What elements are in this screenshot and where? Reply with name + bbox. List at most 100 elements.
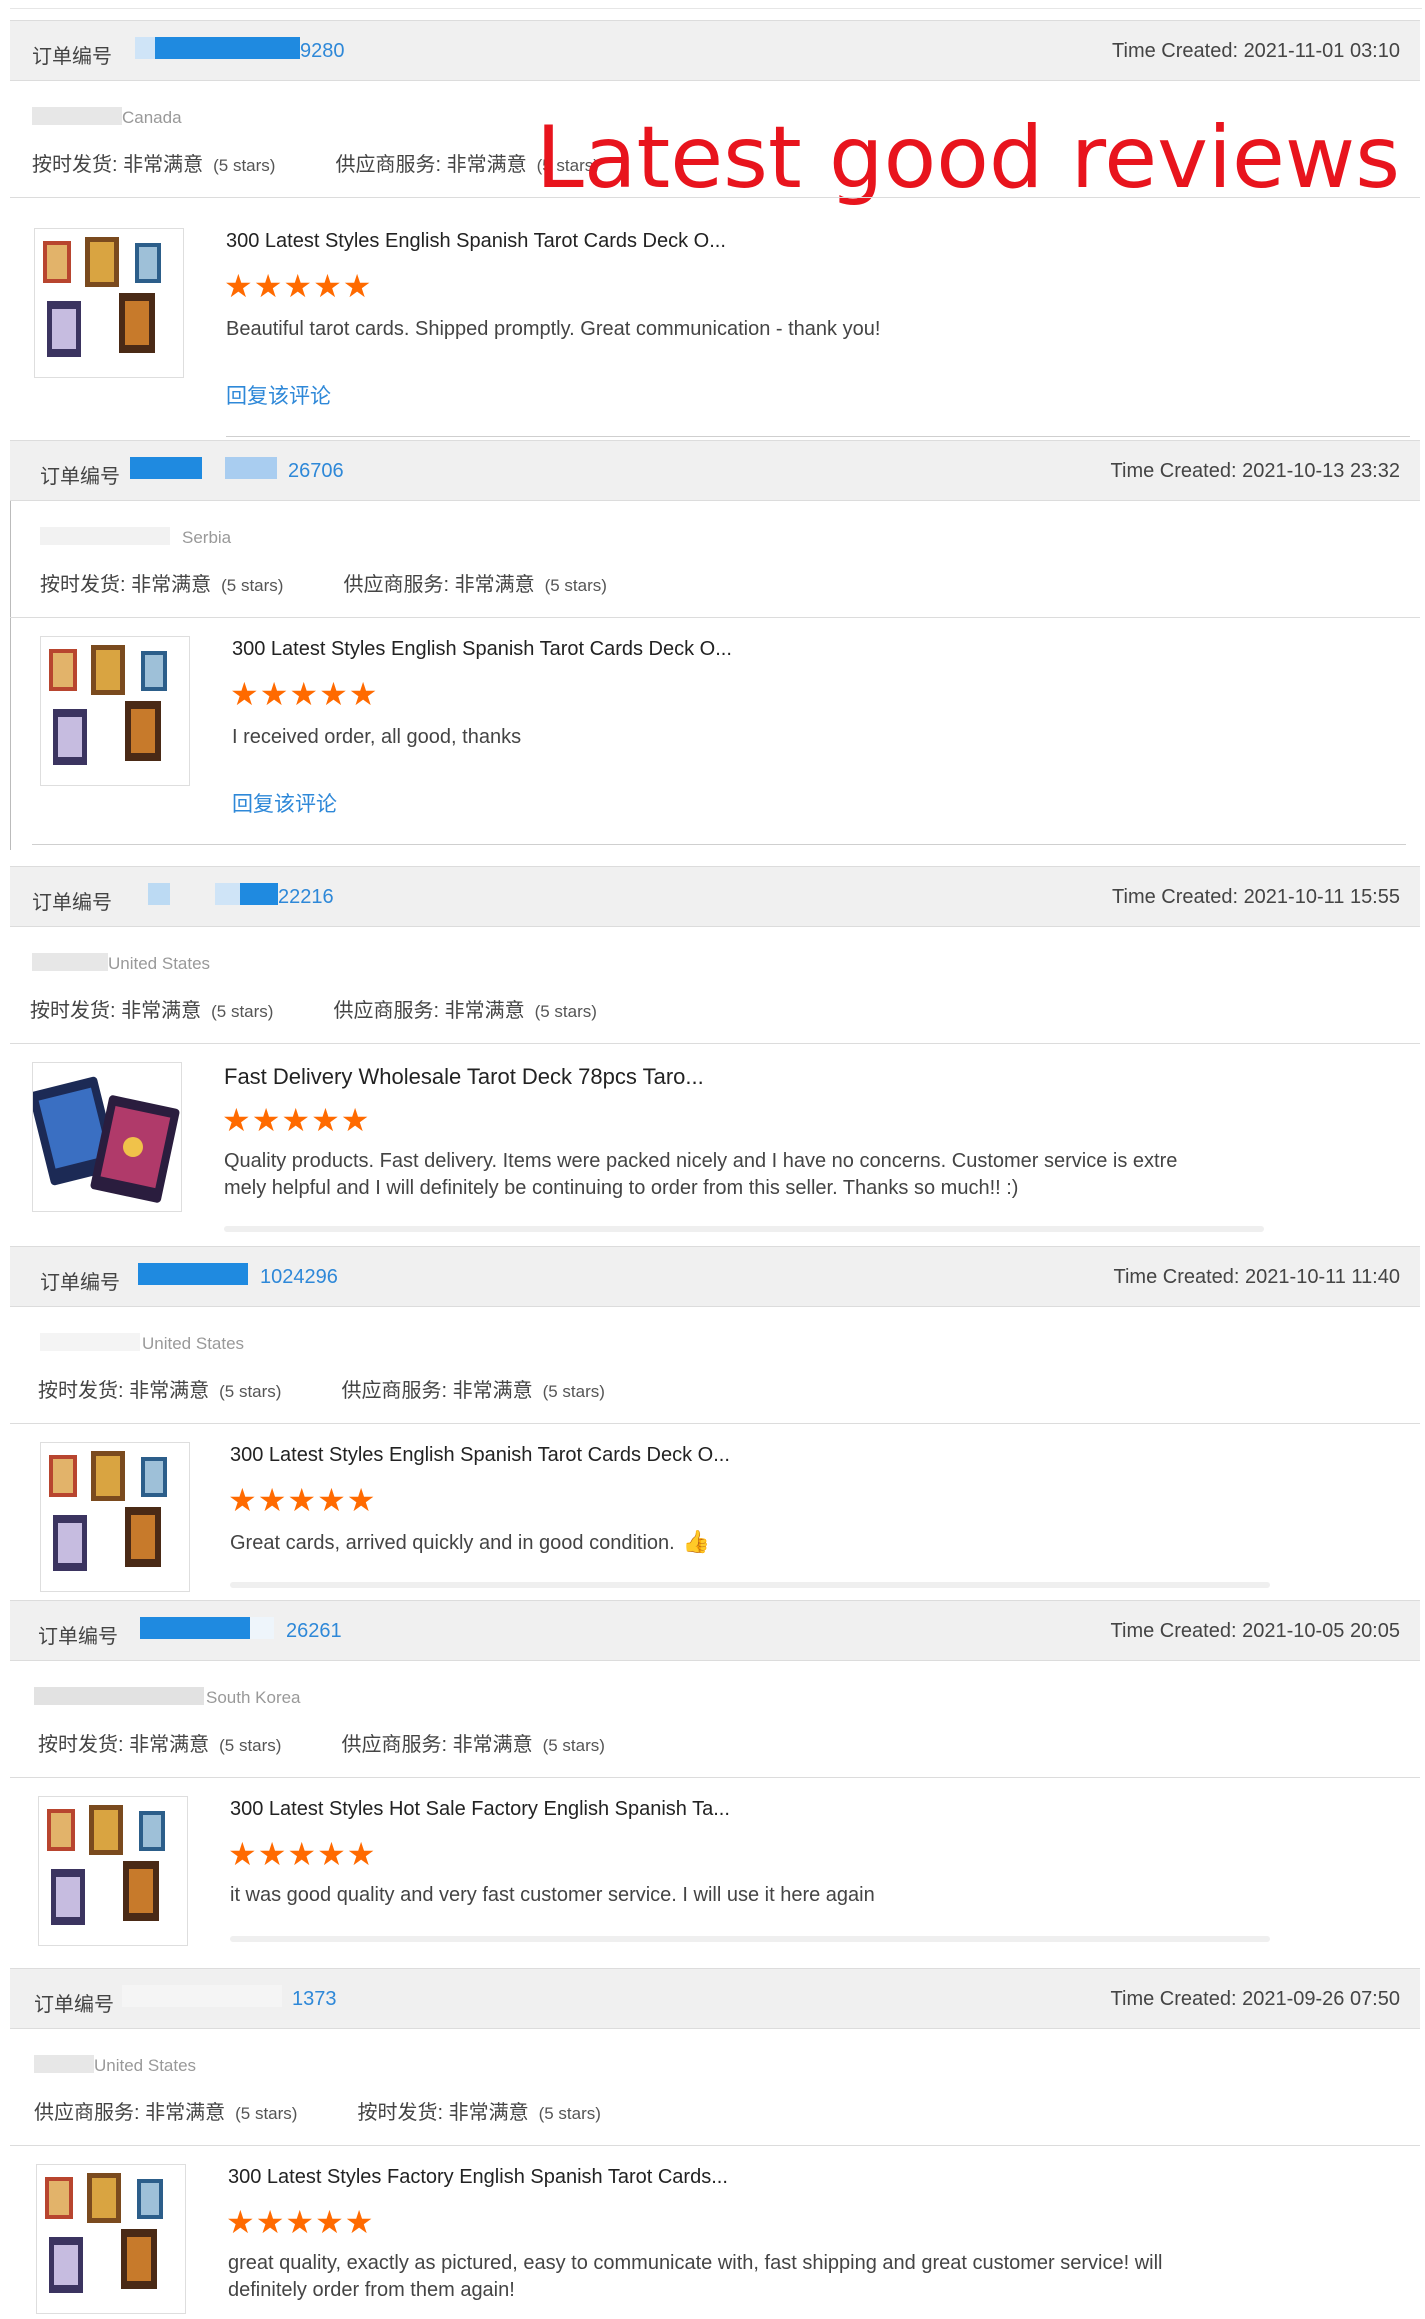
order-header: 订单编号 26261 Time Created: 2021-10-05 20:0… [10, 1600, 1420, 1661]
time-created: Time Created: 2021-11-01 03:10 [1112, 40, 1400, 63]
header-separator [10, 1043, 1420, 1044]
header-separator [10, 197, 1420, 198]
product-thumbnail[interactable] [34, 228, 184, 378]
review-text: Great cards, arrived quickly and in good… [230, 1528, 1230, 1557]
product-thumbnail[interactable] [36, 2164, 186, 2314]
product-title[interactable]: Fast Delivery Wholesale Tarot Deck 78pcs… [224, 1064, 704, 1090]
redacted-order-prefix [138, 1263, 248, 1285]
header-separator [10, 617, 1420, 618]
review-text: it was good quality and very fast custom… [230, 1884, 875, 1906]
time-created-label: Time Created: [1110, 1988, 1237, 2010]
shipping-rating: 按时发货: 非常满意 [40, 574, 212, 596]
buyer-country: United States [142, 1334, 245, 1353]
star-rating: ★★★★★ [230, 676, 379, 712]
time-created: Time Created: 2021-10-13 23:32 [1111, 460, 1400, 483]
review-block: 订单编号 9280 Time Created: 2021-11-01 03:10… [10, 20, 1420, 440]
shipping-stars-note: (5 stars) [538, 2104, 601, 2123]
product-title[interactable]: 300 Latest Styles English Spanish Tarot … [232, 638, 732, 661]
order-number-link[interactable]: 1024296 [260, 1266, 338, 1289]
time-created-value: 2021-10-13 23:32 [1242, 460, 1400, 482]
buyer-country: Canada [122, 108, 182, 127]
scroll-fade-bar [224, 1226, 1264, 1232]
shipping-stars-note: (5 stars) [211, 1002, 274, 1021]
review-block: 订单编号 1024296 Time Created: 2021-10-11 11… [10, 1246, 1420, 1600]
seller-ratings: 按时发货: 非常满意 (5 stars) 供应商服务: 非常满意 (5 stars) [40, 568, 667, 597]
top-divider [10, 8, 1422, 9]
service-rating: 供应商服务: 非常满意 [335, 154, 527, 176]
time-created-label: Time Created: [1112, 40, 1238, 62]
star-rating: ★★★★★ [228, 1836, 377, 1872]
time-created-value: 2021-10-11 11:40 [1245, 1266, 1400, 1288]
scroll-fade-bar [230, 1936, 1270, 1942]
left-border [10, 440, 11, 850]
latest-good-reviews-banner: Latest good reviews [535, 108, 1400, 208]
seller-ratings: 按时发货: 非常满意 (5 stars) 供应商服务: 非常满意 (5 stars) [30, 994, 657, 1023]
seller-ratings: 按时发货: 非常满意 (5 stars) 供应商服务: 非常满意 (5 stars) [38, 1728, 665, 1757]
buyer-country: United States [94, 2056, 197, 2075]
order-number-link[interactable]: 26706 [288, 460, 344, 483]
order-number-label: 订单编号 [38, 1626, 118, 1648]
time-created-label: Time Created: [1110, 1620, 1237, 1642]
order-number-label: 订单编号 [32, 46, 112, 68]
order-number-link[interactable]: 9280 [300, 40, 345, 63]
thumbs-up-icon: 👍 [682, 1529, 711, 1554]
review-divider [226, 436, 1410, 437]
redacted-buyer-name [40, 527, 170, 545]
star-rating: ★★★★★ [226, 2204, 375, 2240]
redacted-buyer-name [34, 1687, 204, 1705]
review-block: 订单编号 26261 Time Created: 2021-10-05 20:0… [10, 1600, 1420, 1966]
time-created: Time Created: 2021-10-05 20:05 [1111, 1620, 1400, 1643]
service-rating: 供应商服务: 非常满意 [34, 2102, 226, 2124]
shipping-rating: 按时发货: 非常满意 [38, 1734, 210, 1756]
reply-to-review-link[interactable]: 回复该评论 [226, 380, 331, 410]
service-rating: 供应商服务: 非常满意 [333, 1000, 525, 1022]
service-stars-note: (5 stars) [544, 576, 607, 595]
product-title[interactable]: 300 Latest Styles English Spanish Tarot … [226, 230, 726, 253]
star-rating: ★★★★★ [224, 268, 373, 304]
product-title[interactable]: 300 Latest Styles English Spanish Tarot … [230, 1444, 730, 1467]
product-thumbnail[interactable] [40, 1442, 190, 1592]
review-block: 订单编号 26706 Time Created: 2021-10-13 23:3… [10, 440, 1420, 850]
order-number-link[interactable]: 22216 [278, 886, 334, 909]
seller-ratings: 按时发货: 非常满意 (5 stars) 供应商服务: 非常满意 (5 stars) [38, 1374, 665, 1403]
service-rating: 供应商服务: 非常满意 [341, 1380, 533, 1402]
tarot-cards-image [43, 237, 161, 357]
product-thumbnail[interactable] [38, 1796, 188, 1946]
reply-to-review-link[interactable]: 回复该评论 [232, 788, 337, 818]
order-number-label: 订单编号 [40, 1272, 120, 1294]
redacted-buyer-name [32, 107, 122, 125]
order-header: 订单编号 22216 Time Created: 2021-10-11 15:5… [10, 866, 1420, 927]
service-rating: 供应商服务: 非常满意 [343, 574, 535, 596]
product-title[interactable]: 300 Latest Styles Hot Sale Factory Engli… [230, 1798, 730, 1821]
header-separator [10, 1423, 1420, 1424]
service-stars-note: (5 stars) [235, 2104, 298, 2123]
time-created-label: Time Created: [1113, 1266, 1240, 1288]
order-header: 订单编号 26706 Time Created: 2021-10-13 23:3… [10, 440, 1420, 501]
order-number-label: 订单编号 [32, 892, 112, 914]
service-stars-note: (5 stars) [542, 1736, 605, 1755]
order-number-link[interactable]: 26261 [286, 1620, 342, 1643]
order-number-label: 订单编号 [40, 466, 120, 488]
review-text-content: Great cards, arrived quickly and in good… [230, 1532, 675, 1554]
product-title[interactable]: 300 Latest Styles Factory English Spanis… [228, 2166, 728, 2189]
service-stars-note: (5 stars) [534, 1002, 597, 1021]
product-thumbnail[interactable] [40, 636, 190, 786]
redacted-order-prefix [130, 457, 202, 479]
shipping-stars-note: (5 stars) [219, 1736, 282, 1755]
review-divider [32, 844, 1406, 845]
review-text: I received order, all good, thanks [232, 726, 522, 748]
review-text: Quality products. Fast delivery. Items w… [224, 1150, 1178, 1199]
shipping-stars-note: (5 stars) [213, 156, 276, 175]
time-created-value: 2021-09-26 07:50 [1242, 1988, 1400, 2010]
tarot-box-image [33, 1076, 180, 1203]
header-separator [10, 2145, 1420, 2146]
shipping-stars-note: (5 stars) [221, 576, 284, 595]
review-text: great quality, exactly as pictured, easy… [228, 2252, 1163, 2301]
order-number-link[interactable]: 1373 [292, 1988, 337, 2011]
product-thumbnail[interactable] [32, 1062, 182, 1212]
order-header: 订单编号 1024296 Time Created: 2021-10-11 11… [10, 1246, 1420, 1307]
shipping-rating: 按时发货: 非常满意 [32, 154, 204, 176]
order-header: 订单编号 1373 Time Created: 2021-09-26 07:50 [10, 1968, 1420, 2029]
redacted-order-middle [225, 457, 277, 479]
redacted-buyer-name [40, 1333, 140, 1351]
